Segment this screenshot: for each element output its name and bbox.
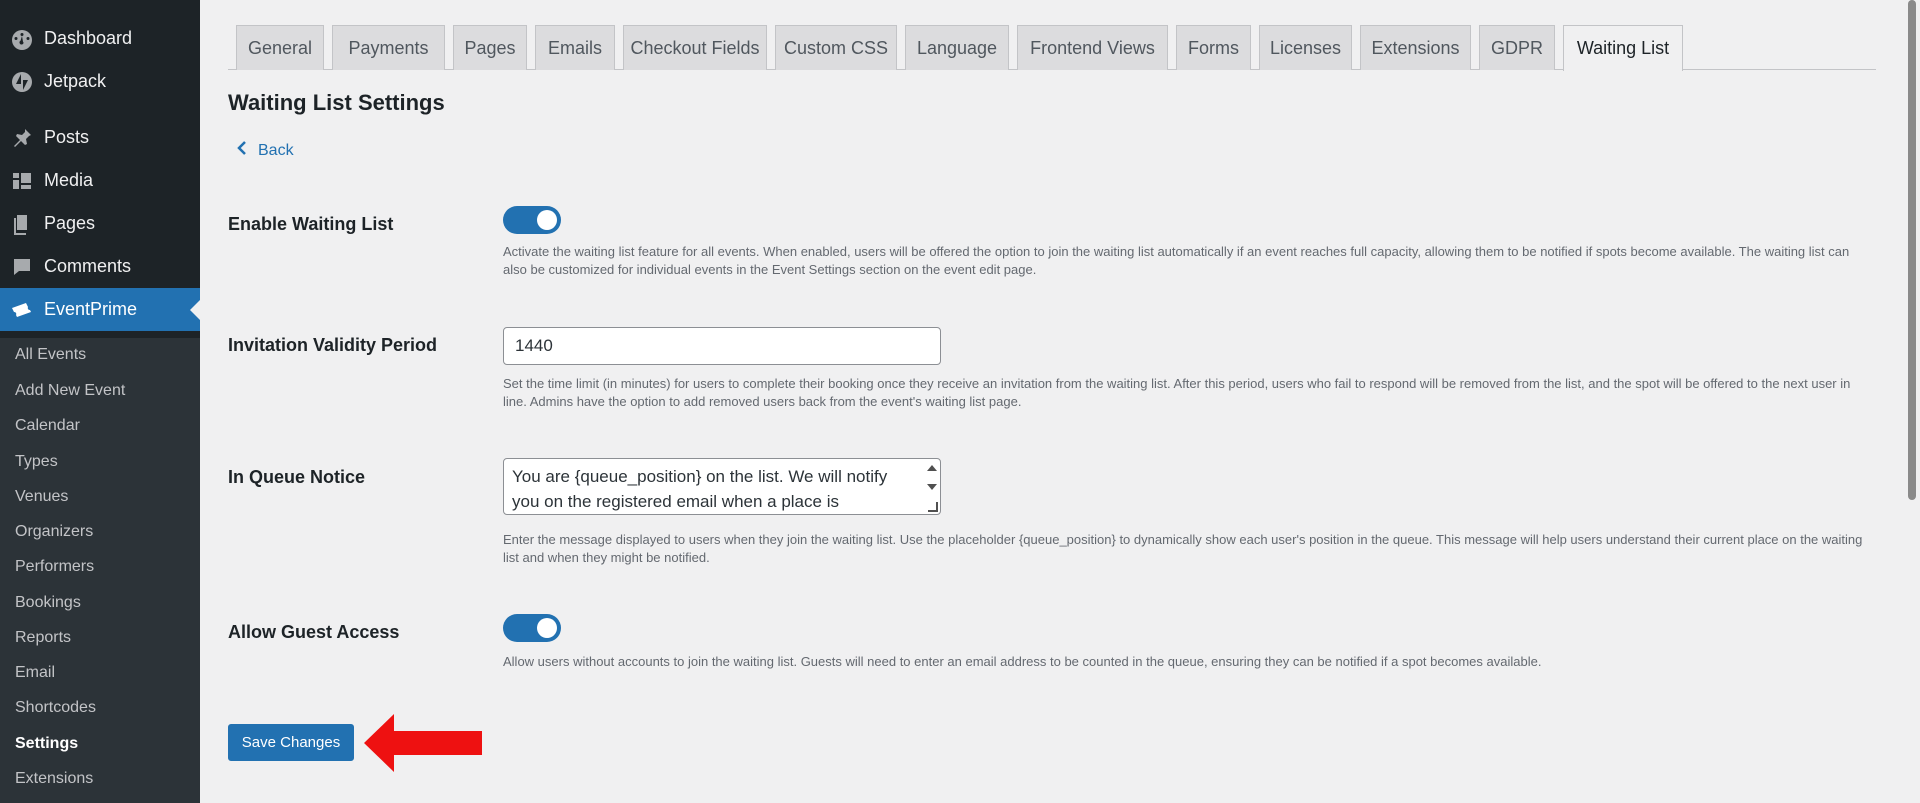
- tab-forms[interactable]: Forms: [1176, 25, 1251, 70]
- save-changes-button[interactable]: Save Changes: [228, 724, 354, 761]
- tab-waiting-list[interactable]: Waiting List: [1563, 25, 1683, 71]
- menu-item-dashboard[interactable]: Dashboard: [0, 17, 200, 60]
- comments-icon: [0, 255, 44, 279]
- submenu-item-bookings[interactable]: Bookings: [15, 591, 81, 615]
- allow-guest-access-description: Allow users without accounts to join the…: [503, 654, 1542, 669]
- enable-waiting-list-description: Activate the waiting list feature for al…: [503, 244, 1850, 277]
- menu-item-label: EventPrime: [44, 299, 138, 319]
- menu-item-label: Media: [44, 170, 94, 190]
- menu-item-comments[interactable]: Comments: [0, 245, 200, 288]
- submenu-item-email[interactable]: Email: [15, 661, 55, 685]
- menu-item-label: Posts: [44, 127, 90, 147]
- menu-item-pages[interactable]: Pages: [0, 202, 200, 245]
- tab-frontend-views[interactable]: Frontend Views: [1017, 25, 1168, 70]
- submenu-item-all-events[interactable]: All Events: [15, 343, 86, 367]
- scroll-down-icon[interactable]: [927, 484, 937, 490]
- back-label: Back: [258, 141, 294, 159]
- tab-checkout-fields[interactable]: Checkout Fields: [623, 25, 767, 70]
- tab-emails[interactable]: Emails: [535, 25, 615, 70]
- tab-gdpr[interactable]: GDPR: [1479, 25, 1555, 70]
- tab-licenses[interactable]: Licenses: [1259, 25, 1352, 70]
- menu-item-label: Comments: [44, 256, 132, 276]
- resize-handle-icon[interactable]: [928, 502, 938, 512]
- invitation-validity-input[interactable]: [503, 327, 941, 365]
- submenu-item-venues[interactable]: Venues: [15, 485, 68, 509]
- submenu-item-extensions[interactable]: Extensions: [15, 767, 93, 791]
- menu-item-posts[interactable]: Posts: [0, 116, 200, 159]
- menu-item-eventprime[interactable]: EventPrime: [0, 288, 200, 331]
- tab-language[interactable]: Language: [905, 25, 1009, 70]
- in-queue-notice-label: In Queue Notice: [228, 467, 366, 487]
- scroll-up-icon[interactable]: [927, 465, 937, 471]
- dashboard-icon: [0, 27, 44, 51]
- scrollbar-thumb[interactable]: [1908, 0, 1916, 500]
- page-scrollbar[interactable]: [1903, 0, 1920, 803]
- enable-waiting-list-label: Enable Waiting List: [228, 214, 394, 234]
- tickets-icon: [0, 298, 44, 322]
- tab-general[interactable]: General: [236, 25, 324, 70]
- submenu-item-settings[interactable]: Settings: [15, 732, 78, 756]
- textarea-scrollbar[interactable]: [923, 459, 940, 514]
- allow-guest-access-label: Allow Guest Access: [228, 622, 400, 642]
- invitation-validity-label: Invitation Validity Period: [228, 335, 438, 355]
- tab-custom-css[interactable]: Custom CSS: [775, 25, 897, 70]
- submenu-item-organizers[interactable]: Organizers: [15, 520, 93, 544]
- menu-item-jetpack[interactable]: Jetpack: [0, 60, 200, 103]
- toggle-knob: [537, 210, 557, 230]
- page-title: Waiting List Settings: [228, 90, 445, 115]
- eventprime-submenu: All Events Add New Event Calendar Types …: [0, 338, 200, 803]
- submenu-item-add-new-event[interactable]: Add New Event: [15, 379, 125, 403]
- admin-sidebar: Dashboard Jetpack Posts Media Pages Comm…: [0, 0, 200, 803]
- red-arrow-icon: [364, 714, 482, 772]
- tab-extensions[interactable]: Extensions: [1360, 25, 1471, 70]
- tab-pages[interactable]: Pages: [453, 25, 527, 70]
- settings-tabs: General Payments Pages Emails Checkout F…: [228, 25, 1876, 71]
- enable-waiting-list-toggle[interactable]: [503, 206, 561, 234]
- invitation-validity-description: Set the time limit (in minutes) for user…: [503, 376, 1851, 409]
- chevron-left-icon: [236, 140, 248, 161]
- menu-item-label: Pages: [44, 213, 96, 233]
- submenu-item-performers[interactable]: Performers: [15, 555, 94, 579]
- allow-guest-access-toggle[interactable]: [503, 614, 561, 642]
- submenu-item-shortcodes[interactable]: Shortcodes: [15, 696, 96, 720]
- menu-item-label: Dashboard: [44, 28, 133, 48]
- back-link[interactable]: Back: [236, 140, 294, 161]
- submenu-item-reports[interactable]: Reports: [15, 626, 71, 650]
- menu-item-label: Jetpack: [44, 71, 107, 91]
- jetpack-icon: [0, 70, 44, 94]
- pin-icon: [0, 126, 44, 150]
- toggle-knob: [537, 618, 557, 638]
- media-icon: [0, 169, 44, 193]
- in-queue-notice-textarea[interactable]: You are {queue_position} on the list. We…: [503, 458, 941, 515]
- tab-payments[interactable]: Payments: [332, 25, 445, 70]
- submenu-item-calendar[interactable]: Calendar: [15, 414, 80, 438]
- pages-icon: [0, 212, 44, 236]
- submenu-item-types[interactable]: Types: [15, 450, 58, 474]
- menu-item-media[interactable]: Media: [0, 159, 200, 202]
- in-queue-notice-description: Enter the message displayed to users whe…: [503, 532, 1863, 565]
